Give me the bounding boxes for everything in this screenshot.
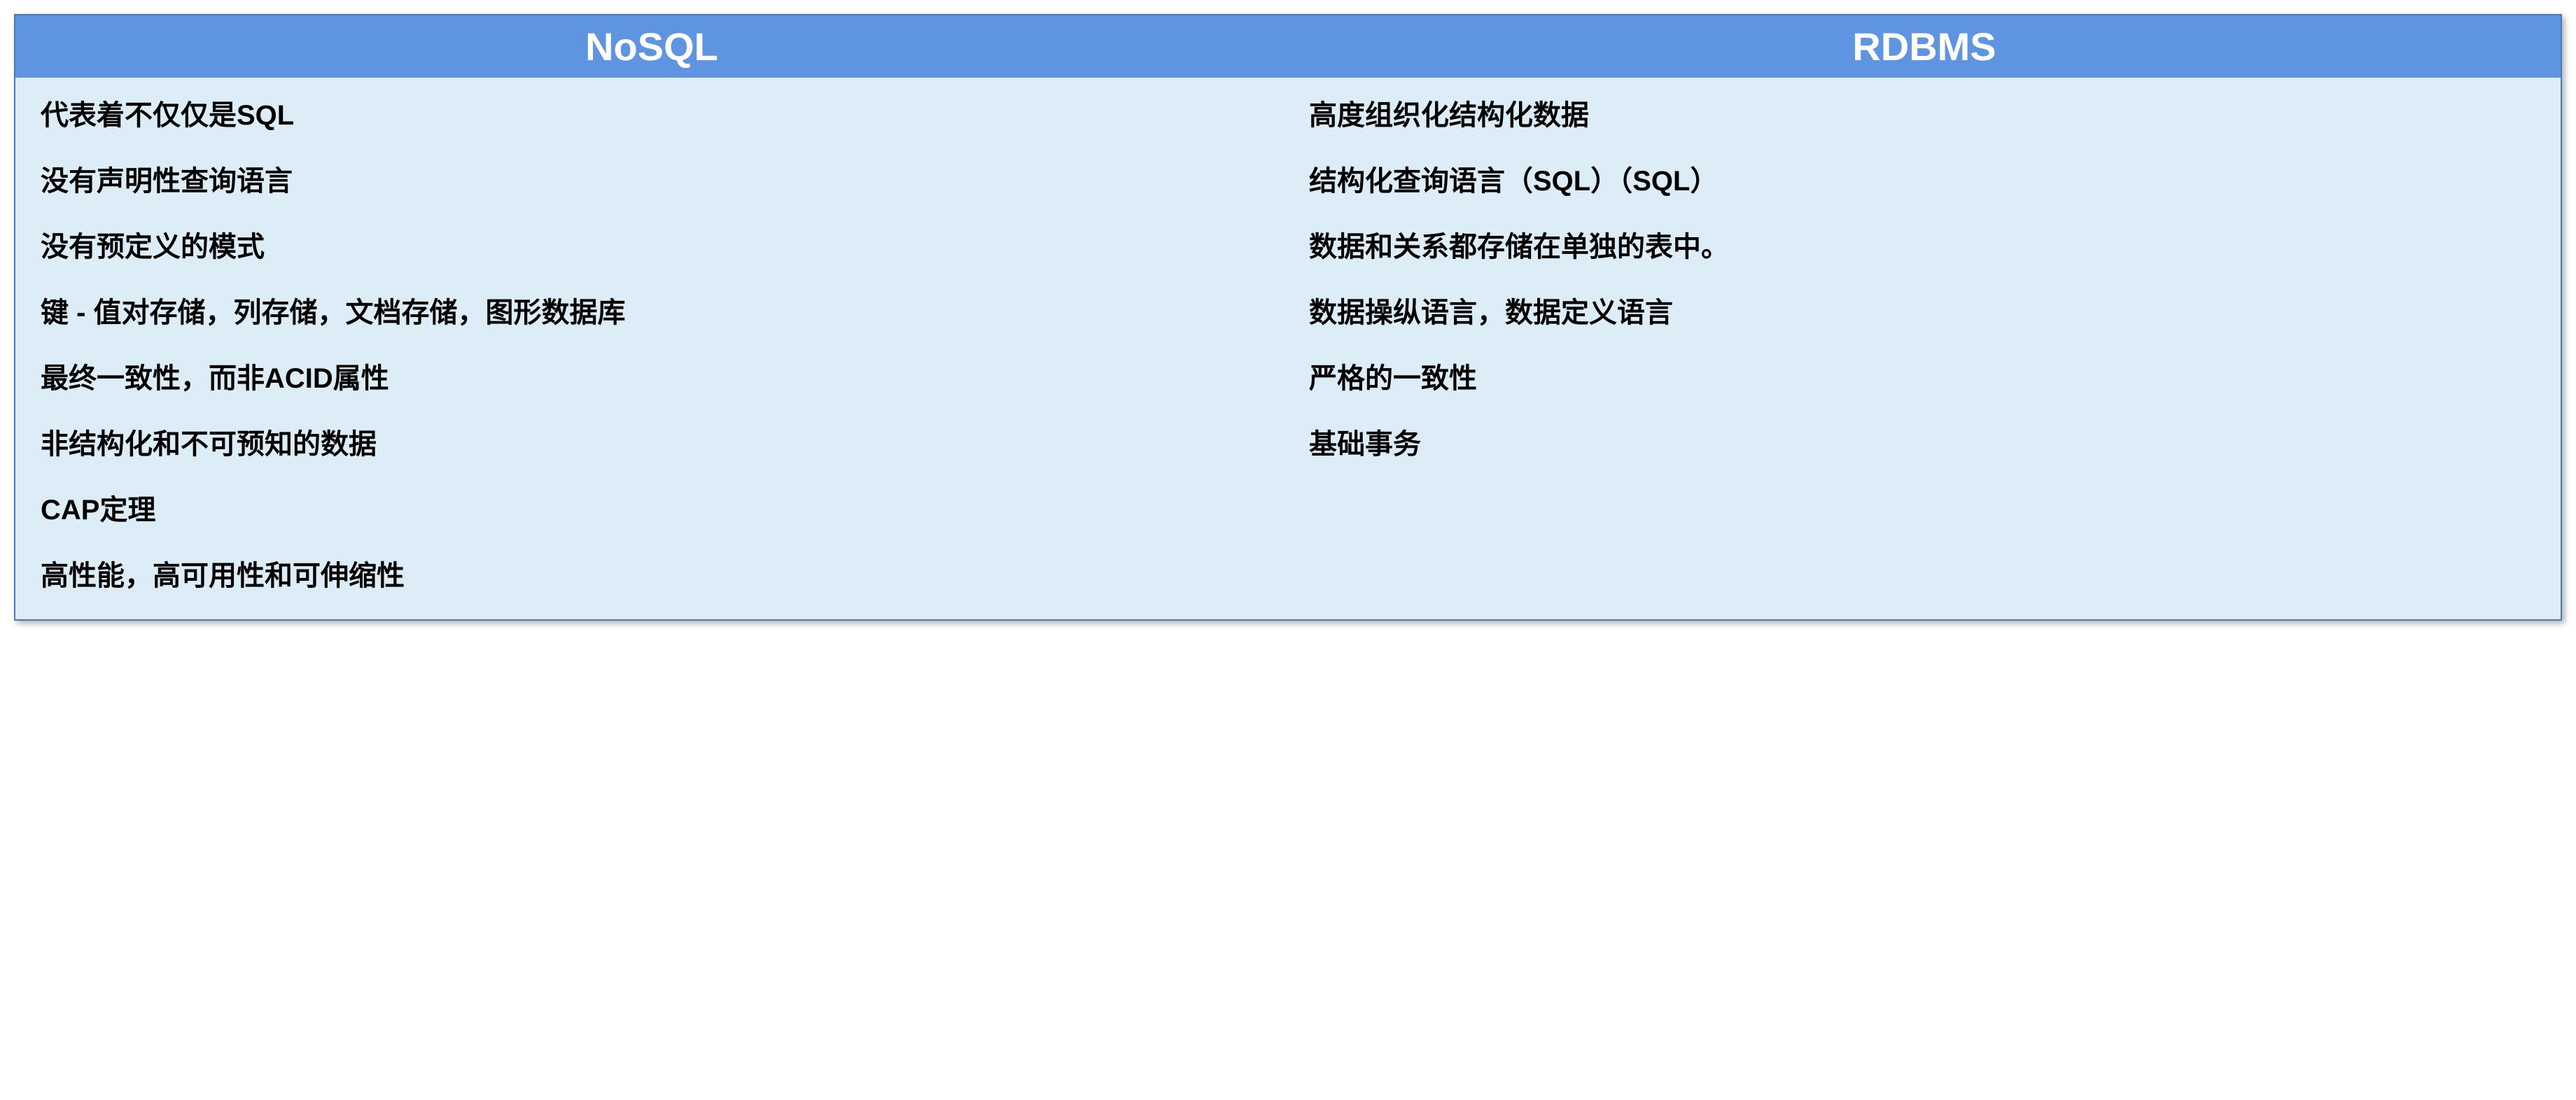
list-item: 没有声明性查询语言 (41, 163, 1267, 199)
list-item: 高性能，高可用性和可伸缩性 (41, 558, 1267, 594)
table-header-row: NoSQL RDBMS (15, 15, 2561, 78)
nosql-column: 代表着不仅仅是SQL 没有声明性查询语言 没有预定义的模式 键 - 值对存储，列… (41, 97, 1288, 594)
header-rdbms: RDBMS (1288, 15, 2561, 78)
list-item: 高度组织化结构化数据 (1309, 97, 2535, 134)
list-item: 数据和关系都存储在单独的表中。 (1309, 229, 2535, 265)
list-item: 严格的一致性 (1309, 360, 2535, 397)
list-item: 代表着不仅仅是SQL (41, 97, 1267, 134)
list-item: CAP定理 (41, 492, 1267, 528)
list-item: 数据操纵语言，数据定义语言 (1309, 295, 2535, 331)
rdbms-column: 高度组织化结构化数据 结构化查询语言（SQL）（SQL） 数据和关系都存储在单独… (1288, 97, 2535, 594)
list-item: 键 - 值对存储，列存储，文档存储，图形数据库 (41, 295, 1267, 331)
header-nosql: NoSQL (15, 15, 1288, 78)
list-item: 基础事务 (1309, 426, 2535, 463)
list-item: 最终一致性，而非ACID属性 (41, 360, 1267, 397)
list-item: 结构化查询语言（SQL）（SQL） (1309, 163, 2535, 199)
table-body-row: 代表着不仅仅是SQL 没有声明性查询语言 没有预定义的模式 键 - 值对存储，列… (15, 78, 2561, 619)
list-item: 非结构化和不可预知的数据 (41, 426, 1267, 463)
comparison-table: NoSQL RDBMS 代表着不仅仅是SQL 没有声明性查询语言 没有预定义的模… (14, 14, 2562, 621)
list-item: 没有预定义的模式 (41, 229, 1267, 265)
